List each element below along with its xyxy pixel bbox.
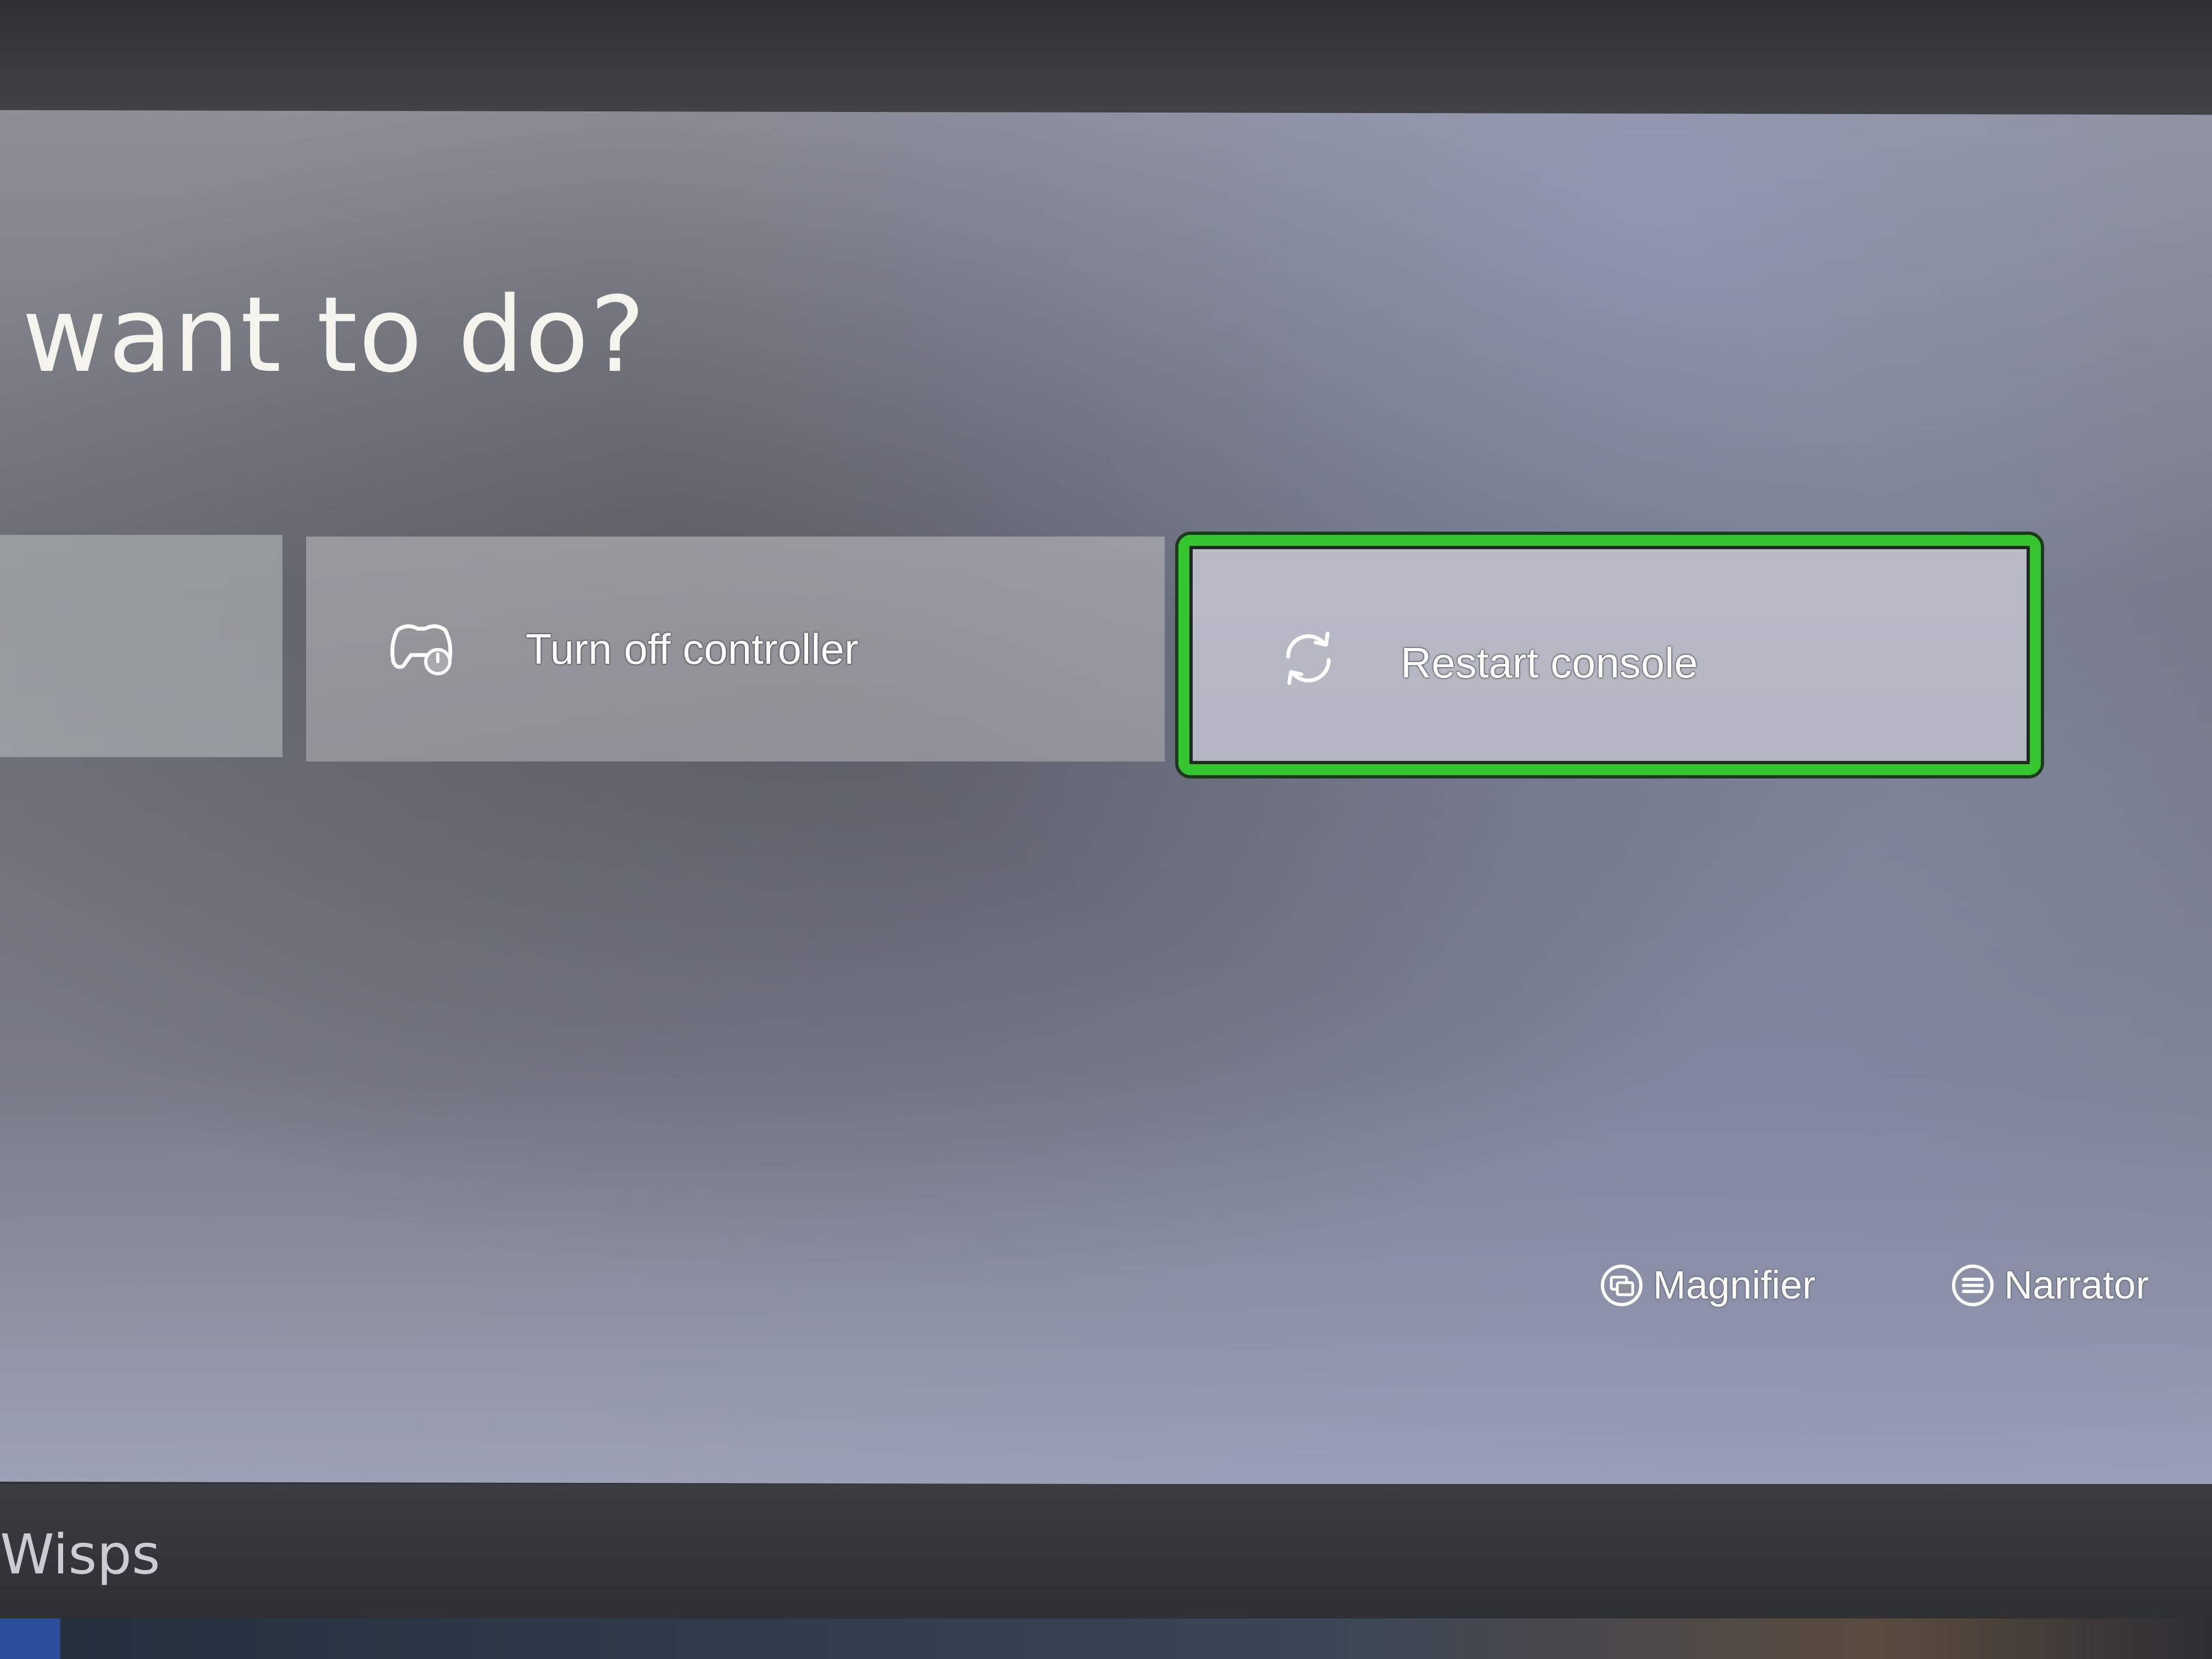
- home-screen-tile-row: [0, 1618, 2212, 1659]
- narrator-label: Narrator: [2004, 1263, 2149, 1307]
- screen: want to do? Turn off controller Restart …: [0, 0, 2212, 1659]
- restart-icon: [1273, 623, 1344, 694]
- turn-off-controller-button[interactable]: Turn off controller: [306, 537, 1165, 761]
- narrator-shortcut[interactable]: Narrator: [1950, 1263, 2149, 1308]
- restart-console-label: Restart console: [1401, 639, 1698, 687]
- menu-button-icon: [1950, 1263, 1995, 1308]
- turn-off-controller-label: Turn off controller: [526, 625, 859, 673]
- view-button-icon: [1599, 1263, 1644, 1308]
- controller-power-icon: [386, 619, 457, 679]
- restart-console-button[interactable]: Restart console: [1178, 535, 2041, 775]
- magnifier-shortcut[interactable]: Magnifier: [1599, 1263, 1815, 1308]
- background-tile-label: Wisps: [0, 1522, 161, 1587]
- page-title: want to do?: [22, 274, 646, 396]
- option-tile-partial[interactable]: [0, 535, 283, 757]
- magnifier-label: Magnifier: [1653, 1263, 1816, 1307]
